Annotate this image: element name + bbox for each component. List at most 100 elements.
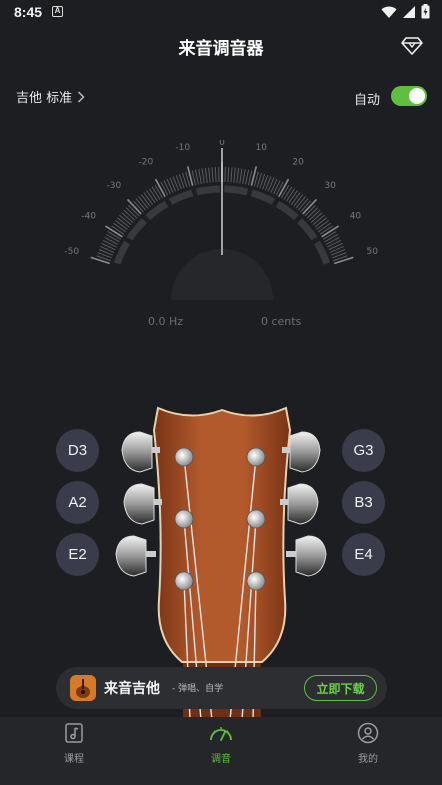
toggle-knob [409, 88, 425, 104]
gauge-tick [160, 181, 169, 196]
frequency-readout: 0.0 Hz [148, 315, 184, 328]
nav-label-courses: 课程 [64, 754, 84, 765]
promo-subtitle: - 弹唱、自学 [172, 684, 224, 694]
gauge-tick [230, 167, 233, 183]
gauge-scale-label: -40 [81, 211, 96, 221]
gauge-tick [290, 192, 301, 205]
gauge-tick [101, 242, 116, 251]
gauge-band-segment [224, 185, 249, 196]
bottom-nav: 课程 调音 我的 [0, 717, 442, 785]
page-title: 来音调音器 [178, 39, 264, 59]
gauge-tick [117, 217, 130, 228]
nav-label-tuner: 调音 [211, 754, 231, 765]
string-button-g3[interactable]: G3 [342, 429, 385, 472]
gauge-scale-label: -10 [175, 143, 190, 153]
gauge-band-segment [313, 240, 331, 265]
gauge-tick [146, 190, 156, 204]
gauge-tick [245, 169, 250, 185]
download-button[interactable]: 立即下载 [304, 675, 377, 701]
gauge-tick [314, 217, 327, 228]
left-tuning-pegs [115, 431, 162, 577]
auto-toggle[interactable] [391, 86, 427, 106]
nav-label-profile: 我的 [358, 754, 378, 765]
gauge-scale-label: 20 [292, 158, 304, 168]
gauge-tick [227, 167, 230, 183]
cents-readout: 0 cents [261, 315, 302, 328]
gauge-scale-label: 40 [350, 211, 362, 221]
gauge-tick [242, 168, 246, 184]
nav-item-tuner[interactable]: 调音 [191, 722, 251, 765]
guitar-app-icon [70, 675, 96, 701]
gauge-tick [283, 186, 293, 200]
tuner-gauge: -50 -40 -30 -20 -10 0 10 20 30 40 50 [64, 140, 379, 300]
gauge-tick [138, 196, 149, 209]
gauge-tick [115, 220, 128, 230]
gauge-band-segment [297, 218, 318, 241]
music-note-book-icon [65, 723, 83, 743]
auto-label: 自动 [353, 93, 380, 108]
gauge-scale-label: 10 [256, 143, 268, 153]
gauge-tick [104, 236, 119, 245]
string-button-e2[interactable]: E2 [56, 533, 99, 576]
headstock-body [152, 406, 292, 663]
gauge-tick [148, 188, 158, 202]
gauge-tick [280, 184, 290, 199]
tuner-gauge-icon [210, 727, 232, 741]
status-bar: 8:45 A [0, 0, 442, 26]
nav-item-profile[interactable]: 我的 [338, 722, 398, 765]
gauge-scale-label: -20 [139, 158, 154, 168]
gauge-tick [194, 169, 199, 185]
gauge-tick [90, 256, 111, 265]
gauge-band-segment [113, 240, 131, 265]
instrument-selector[interactable]: 吉他 标准 [16, 87, 85, 106]
gauge-tick [236, 167, 240, 183]
string-button-d3[interactable]: D3 [56, 429, 99, 472]
nav-item-courses[interactable]: 课程 [44, 722, 104, 765]
gauge-scale-label: -50 [64, 247, 79, 257]
gauge-tick [233, 167, 236, 183]
promo-banner[interactable]: 来音吉他 - 弹唱、自学 立即下载 [56, 667, 387, 709]
gauge-tick [327, 239, 342, 248]
gauge-band-segment [126, 218, 147, 241]
gauge-tick [208, 167, 211, 183]
gauge-band-segment [250, 189, 276, 205]
gauge-tick [113, 222, 126, 233]
gauge-tick [333, 256, 354, 265]
gauge-tick [270, 178, 278, 193]
gauge-tick [325, 236, 340, 245]
gauge-band-segment [195, 185, 220, 196]
string-button-e4[interactable]: E4 [342, 533, 385, 576]
gauge-tick [328, 242, 343, 251]
gauge-tick [214, 167, 217, 183]
gauge-tick [239, 168, 243, 184]
gauge-tick [316, 220, 329, 230]
gauge-tick [166, 178, 174, 193]
signal-icon [403, 5, 415, 18]
gauge-tick [293, 194, 304, 207]
status-time: 8:45 [14, 4, 43, 20]
status-icons [381, 4, 430, 19]
gauge-tick [329, 245, 344, 253]
string-button-b3[interactable]: B3 [342, 481, 385, 524]
gauge-tick [102, 239, 117, 248]
gauge-scale-label: -30 [106, 181, 121, 191]
gauge-tick [211, 167, 214, 183]
gauge-tick [106, 234, 120, 243]
gauge-tick [198, 168, 202, 184]
gauge-tick [267, 177, 275, 192]
gauge-tick [154, 184, 164, 199]
battery-icon [421, 4, 430, 19]
wifi-icon [381, 6, 397, 18]
string-button-a2[interactable]: A2 [56, 481, 99, 524]
gauge-tick [324, 234, 338, 243]
gauge-tick [318, 222, 331, 233]
diamond-icon[interactable] [400, 33, 424, 57]
gauge-tick [288, 190, 298, 204]
promo-app-name: 来音吉他 [104, 681, 160, 697]
instrument-label: 吉他 标准 [16, 91, 73, 106]
gauge-tick [169, 177, 177, 192]
gauge-scale-label: 50 [367, 247, 379, 257]
gauge-center-dome [171, 249, 273, 300]
gauge-tick [140, 194, 151, 207]
gauge-tick [201, 168, 205, 184]
